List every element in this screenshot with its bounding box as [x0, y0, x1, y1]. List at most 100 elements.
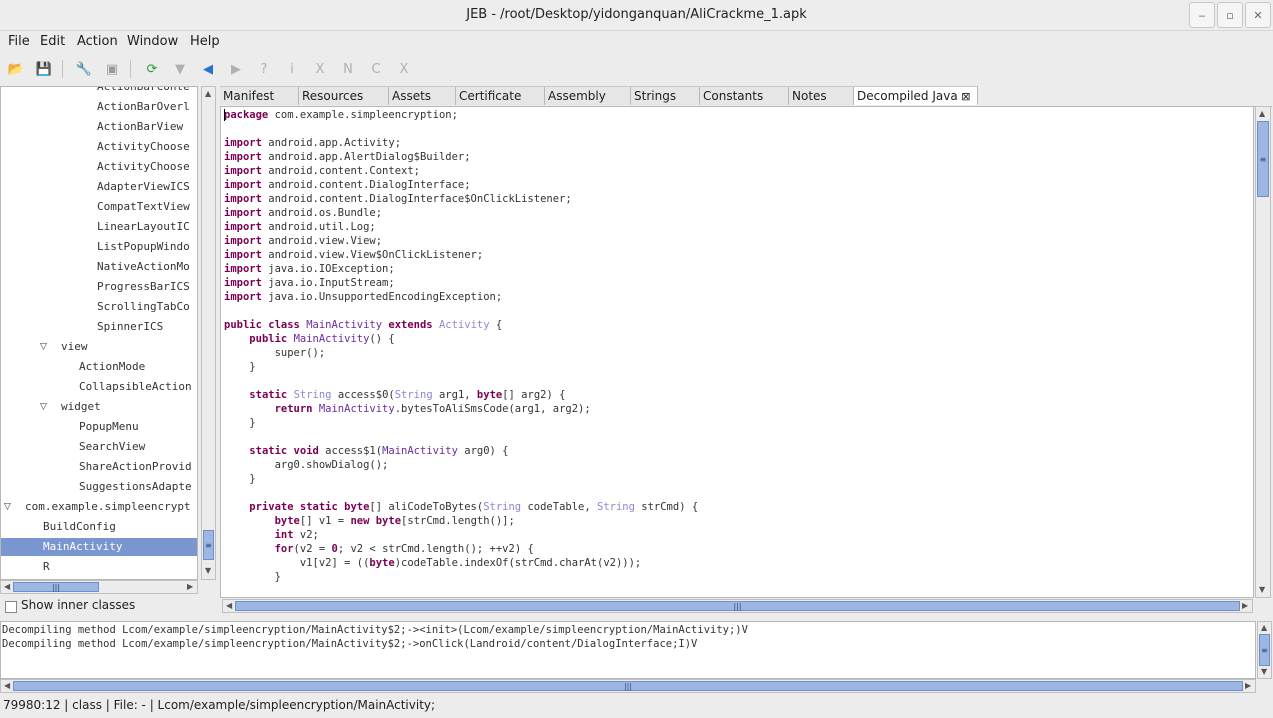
tree-item[interactable]: ActionBarView	[97, 118, 183, 136]
options-icon[interactable]: ▣	[103, 60, 121, 78]
tree-item[interactable]: ActivityChoose	[97, 138, 190, 156]
tree-item[interactable]: CompatTextView	[97, 198, 190, 216]
navigate-forward-icon[interactable]: ▶	[227, 60, 245, 78]
tree-item[interactable]: ActionMode	[79, 358, 145, 376]
menu-window[interactable]: Window	[127, 34, 178, 49]
tree-item[interactable]: SpinnerICS	[97, 318, 163, 336]
code-keyword: import	[224, 165, 262, 177]
code-line: public class MainActivity extends Activi…	[224, 318, 502, 332]
console-vertical-scrollbar[interactable]: ▲ ≡ ▼	[1257, 621, 1272, 679]
tab-strings[interactable]: Strings	[631, 86, 700, 105]
open-folder-icon[interactable]: 📂	[7, 60, 25, 78]
decompiled-java-editor[interactable]: package com.example.simpleencryption; imp…	[220, 106, 1254, 598]
tree-item[interactable]: SuggestionsAdapte	[79, 478, 192, 496]
tree-item[interactable]: CollapsibleAction	[79, 378, 192, 396]
n-rename-icon[interactable]: N	[339, 60, 357, 78]
scroll-right-arrow-icon[interactable]: ▶	[187, 582, 193, 591]
tab-resources[interactable]: Resources	[299, 86, 389, 105]
code-line: }	[224, 472, 255, 486]
help-icon[interactable]: ?	[255, 60, 273, 78]
tab-decompiled-java[interactable]: Decompiled Java ⊠	[854, 86, 978, 105]
editor-vertical-scrollbar[interactable]: ▲ ≡ ▼	[1255, 106, 1271, 598]
c-comment-icon[interactable]: C	[367, 60, 385, 78]
tab-label: Certificate	[459, 89, 522, 103]
expand-triangle-icon[interactable]: ▽	[40, 342, 47, 352]
tab-certificate[interactable]: Certificate	[456, 86, 545, 105]
tree-item[interactable]: NativeActionMo	[97, 258, 190, 276]
tree-horizontal-scrollbar[interactable]: ◀ ||| ▶	[0, 580, 198, 594]
scroll-down-arrow-icon[interactable]: ▼	[205, 566, 211, 575]
code-text: strCmd) {	[634, 501, 699, 513]
code-keyword: import	[224, 137, 262, 149]
tab-assembly[interactable]: Assembly	[545, 86, 631, 105]
console-scroll-thumb[interactable]: ≡	[1259, 634, 1270, 666]
expand-triangle-icon[interactable]: ▽	[40, 402, 47, 412]
save-icon[interactable]: 💾	[35, 60, 53, 78]
tree-item[interactable]: R	[43, 558, 50, 576]
tree-item[interactable]: ProgressBarICS	[97, 278, 190, 296]
tree-item[interactable]: ScrollingTabCo	[97, 298, 190, 316]
tab-label: Resources	[302, 89, 364, 103]
scroll-up-arrow-icon[interactable]: ▲	[1261, 623, 1267, 632]
x-reference-icon[interactable]: X	[311, 60, 329, 78]
tree-item[interactable]: BuildConfig	[43, 518, 116, 536]
expand-triangle-icon[interactable]: ▽	[4, 502, 11, 512]
navigate-back-icon[interactable]: ◀	[199, 60, 217, 78]
tree-item[interactable]: AdapterViewICS	[97, 178, 190, 196]
close-x-icon[interactable]: X	[395, 60, 413, 78]
code-text: java.io.InputStream;	[261, 277, 395, 289]
filter-icon[interactable]: ▼	[171, 60, 189, 78]
tab-constants[interactable]: Constants	[700, 86, 789, 105]
scroll-left-arrow-icon[interactable]: ◀	[226, 601, 232, 610]
tree-vertical-scrollbar[interactable]: ▲ ≡ ▼	[201, 86, 216, 580]
scroll-down-arrow-icon[interactable]: ▼	[1261, 667, 1267, 676]
close-tab-icon[interactable]: ⊠	[958, 90, 970, 103]
code-keyword: import	[224, 193, 262, 205]
tab-notes[interactable]: Notes	[789, 86, 854, 105]
wrench-icon[interactable]: 🔧	[75, 60, 93, 78]
code-keyword: new byte	[350, 515, 402, 527]
scroll-up-arrow-icon[interactable]: ▲	[1259, 109, 1265, 118]
tree-item[interactable]: widget	[61, 398, 101, 416]
scroll-down-arrow-icon[interactable]: ▼	[1259, 585, 1265, 594]
menu-file[interactable]: File	[8, 34, 30, 49]
tree-scroll-thumb[interactable]: ≡	[203, 530, 214, 560]
scroll-right-arrow-icon[interactable]: ▶	[1242, 601, 1248, 610]
info-icon[interactable]: i	[283, 60, 301, 78]
editor-scroll-thumb[interactable]: ≡	[1257, 121, 1269, 197]
scroll-right-arrow-icon[interactable]: ▶	[1245, 681, 1251, 690]
tree-item-selected[interactable]: MainActivity	[1, 538, 197, 556]
tree-item[interactable]: view	[61, 338, 88, 356]
tree-item[interactable]: ShareActionProvid	[79, 458, 192, 476]
tab-manifest[interactable]: Manifest	[220, 86, 299, 105]
code-line: arg0.showDialog();	[224, 458, 389, 472]
tree-item[interactable]: SearchView	[79, 438, 145, 456]
console-horizontal-scrollbar[interactable]: ◀ ||| ▶	[0, 679, 1256, 693]
console-hscroll-thumb[interactable]: |||	[13, 681, 1243, 691]
tree-item[interactable]: ListPopupWindo	[97, 238, 190, 256]
minimize-button[interactable]: ‒	[1189, 2, 1215, 28]
close-button[interactable]: ✕	[1245, 2, 1271, 28]
show-inner-classes-checkbox[interactable]	[5, 601, 17, 613]
tree-item[interactable]: ActionBarConte	[97, 87, 190, 96]
maximize-button[interactable]: ▫	[1217, 2, 1243, 28]
tree-hscroll-thumb[interactable]: |||	[13, 582, 99, 592]
editor-horizontal-scrollbar[interactable]: ◀ ||| ▶	[222, 599, 1253, 613]
tree-item[interactable]: ActivityChoose	[97, 158, 190, 176]
scroll-up-arrow-icon[interactable]: ▲	[205, 89, 211, 98]
menu-help[interactable]: Help	[190, 34, 220, 49]
scroll-left-arrow-icon[interactable]: ◀	[4, 681, 10, 690]
editor-hscroll-thumb[interactable]: |||	[235, 601, 1240, 611]
package-tree[interactable]: ActionBarConte ActionBarOverl ActionBarVie…	[0, 86, 198, 580]
console-log[interactable]: Decompiling method Lcom/example/simpleen…	[0, 621, 1256, 679]
tree-item[interactable]: PopupMenu	[79, 418, 139, 436]
tree-item[interactable]: LinearLayoutIC	[97, 218, 190, 236]
tree-item[interactable]: com.example.simpleencrypt	[25, 498, 191, 516]
tab-assets[interactable]: Assets	[389, 86, 456, 105]
tree-item[interactable]: ActionBarOverl	[97, 98, 190, 116]
scroll-left-arrow-icon[interactable]: ◀	[4, 582, 10, 591]
menu-action[interactable]: Action	[77, 34, 118, 49]
refresh-icon[interactable]: ⟳	[143, 60, 161, 78]
menu-edit[interactable]: Edit	[40, 34, 65, 49]
